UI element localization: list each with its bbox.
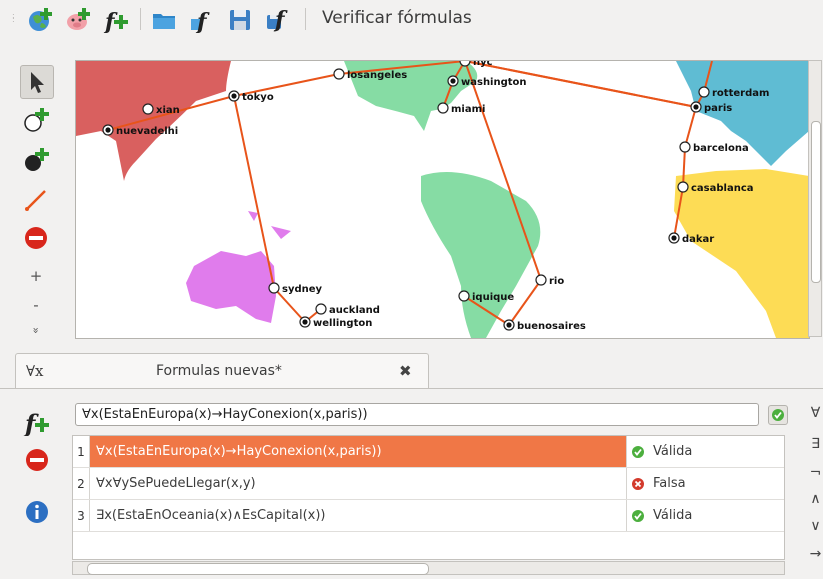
city-label: auckland (329, 305, 380, 316)
row-number: 2 (73, 468, 90, 499)
africa-region (674, 169, 809, 338)
save-icon[interactable] (226, 6, 254, 34)
city-node-rio[interactable]: rio (535, 274, 564, 287)
city-label: wellington (313, 318, 372, 329)
and-symbol-button[interactable]: ∧ (808, 491, 823, 507)
not-symbol-button[interactable]: ¬ (808, 465, 823, 481)
city-node-auckland[interactable]: auckland (315, 303, 380, 316)
pointer-icon[interactable] (20, 65, 54, 99)
formulas-table: 1 ∀x(EstaEnEuropa(x)→HayConexion(x,paris… (72, 435, 785, 560)
city-node-miami[interactable]: miami (437, 102, 485, 115)
oceania-region (186, 251, 276, 323)
city-node-sydney[interactable]: sydney (268, 282, 323, 295)
city-label: losangeles (347, 70, 407, 81)
toolbar-grip[interactable]: :: (12, 12, 15, 24)
city-label: xian (156, 105, 180, 116)
result-text: Válida (653, 508, 693, 523)
svg-text:f: f (23, 409, 39, 436)
table-row[interactable]: 2 ∀x∀ySePuedeLlegar(x,y) Falsa (73, 468, 784, 499)
city-label: tokyo (242, 92, 274, 103)
check-formula-button[interactable] (768, 405, 788, 425)
delete-formula-icon[interactable] (20, 443, 54, 477)
add-pig-icon[interactable] (64, 6, 92, 34)
world-map-canvas[interactable]: xian nuevadelhi tokyo losangeles nyc washingt… (75, 60, 810, 339)
city-label: casablanca (691, 183, 754, 194)
formula-cell[interactable]: ∀x(EstaEnEuropa(x)→HayConexion(x,paris)) (90, 436, 627, 467)
city-node-barcelona[interactable]: barcelona (679, 141, 749, 154)
formula-cell[interactable]: ∃x(EstaEnOceania(x)∧EsCapital(x)) (90, 500, 627, 531)
city-node-buenosaires[interactable]: buenosaires (503, 319, 586, 332)
add-node-icon[interactable] (20, 104, 52, 136)
invalid-icon (632, 477, 644, 490)
zoom-out-button[interactable]: - (18, 296, 54, 314)
city-label: rotterdam (712, 88, 769, 99)
city-label: washington (461, 77, 527, 88)
south-america-region (421, 172, 541, 338)
forall-icon: ∀x (26, 362, 44, 380)
table-horizontal-scrollbar[interactable] (72, 561, 785, 575)
city-label: rio (549, 276, 564, 287)
save-formula-icon[interactable]: f (264, 6, 292, 34)
city-node-losangeles[interactable]: losangeles (333, 68, 407, 81)
formula-cell[interactable]: ∀x∀ySePuedeLlegar(x,y) (90, 468, 627, 499)
city-label: nuevadelhi (116, 126, 178, 137)
result-cell: Válida (627, 436, 784, 467)
city-label: barcelona (693, 143, 749, 154)
asia-region (76, 61, 231, 181)
add-formula-icon[interactable]: f (102, 6, 130, 34)
exists-symbol-button[interactable]: ∃ (808, 436, 823, 452)
tab-formulas-nuevas[interactable]: ∀x Formulas nuevas* ✖ (15, 353, 429, 389)
row-number: 1 (73, 436, 90, 467)
city-node-xian[interactable]: xian (142, 103, 180, 116)
main-toolbar: :: f f f Verificar fórmulas (0, 0, 823, 40)
map-vertical-scrollbar[interactable] (808, 60, 822, 337)
result-text: Válida (653, 444, 693, 459)
open-folder-icon[interactable] (150, 6, 178, 34)
zoom-in-button[interactable]: + (18, 267, 54, 285)
svg-text:f: f (273, 7, 288, 33)
table-row[interactable]: 3 ∃x(EstaEnOceania(x)∧EsCapital(x)) Váli… (73, 500, 784, 531)
map-tools-panel: + - » (18, 62, 54, 352)
city-label: sydney (282, 284, 323, 295)
table-row[interactable]: 1 ∀x(EstaEnEuropa(x)→HayConexion(x,paris… (73, 436, 784, 467)
valid-icon (632, 445, 644, 458)
city-label: dakar (682, 234, 714, 245)
city-node-paris[interactable]: paris (690, 101, 732, 114)
tab-title: Formulas nuevas* (156, 363, 282, 379)
city-label: iquique (472, 292, 514, 303)
open-formula-icon[interactable]: f (188, 6, 216, 34)
oceania-islands (248, 211, 291, 239)
city-label: nyc (473, 61, 493, 68)
city-label: paris (704, 103, 732, 114)
result-cell: Válida (627, 500, 784, 531)
valid-icon (632, 509, 644, 522)
formula-input[interactable]: ∀x(EstaEnEuropa(x)→HayConexion(x,paris)) (75, 403, 759, 426)
delete-icon[interactable] (20, 222, 52, 254)
city-node-tokyo[interactable]: tokyo (228, 90, 274, 103)
close-tab-icon[interactable]: ✖ (399, 362, 412, 380)
or-symbol-button[interactable]: ∨ (808, 518, 823, 534)
add-edge-icon[interactable] (20, 184, 52, 216)
map-edge (684, 106, 697, 148)
svg-text:f: f (195, 9, 210, 33)
add-world-icon[interactable] (26, 6, 54, 34)
add-formula-icon[interactable]: f (20, 405, 54, 439)
city-node-dakar[interactable]: dakar (668, 232, 714, 245)
more-tools-button[interactable]: » (30, 313, 43, 349)
add-black-node-icon[interactable] (20, 144, 52, 176)
forall-symbol-button[interactable]: ∀ (808, 405, 823, 421)
result-cell: Falsa (627, 468, 784, 499)
row-number: 3 (73, 500, 90, 531)
city-label: buenosaires (517, 321, 586, 332)
verify-formulas-button[interactable]: Verificar fórmulas (322, 8, 472, 28)
result-text: Falsa (653, 476, 686, 491)
info-icon[interactable] (20, 495, 54, 529)
implies-symbol-button[interactable]: → (808, 546, 823, 562)
city-node-wellington[interactable]: wellington (299, 316, 372, 329)
city-label: miami (451, 104, 485, 115)
